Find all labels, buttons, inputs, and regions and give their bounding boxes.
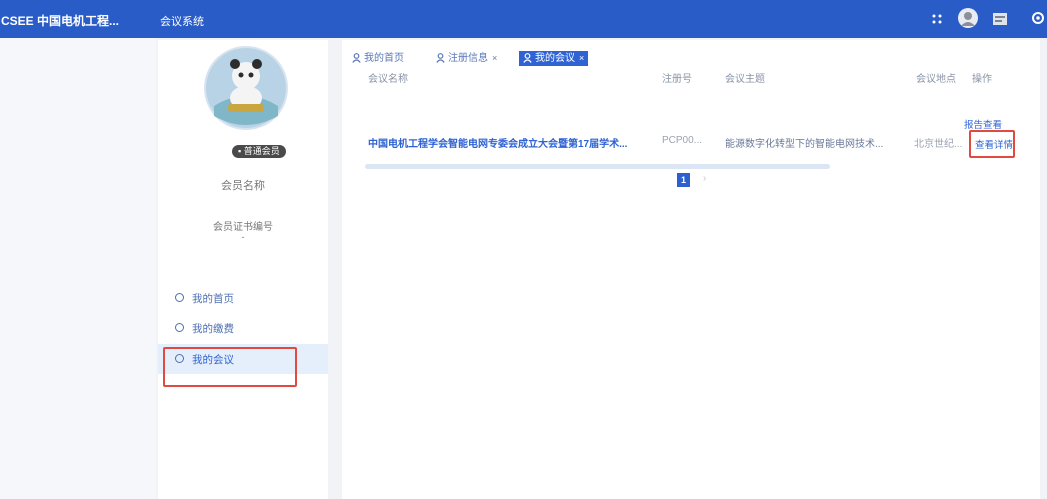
message-icon[interactable] (991, 10, 1009, 28)
annotation-box (163, 347, 297, 387)
circle-icon (175, 323, 184, 332)
view-report-link[interactable]: 报告查看 (964, 117, 1002, 131)
sidebar-item-payment[interactable]: 我的缴费 (158, 318, 328, 338)
tab-label: 我的会议 (535, 53, 575, 64)
sidebar-item-home[interactable]: 我的首页 (158, 288, 328, 308)
column-header-reg: 注册号 (662, 74, 692, 85)
sidebar-item-label: 我的缴费 (192, 323, 234, 335)
column-header-topic: 会议主题 (725, 74, 765, 85)
annotation-box (969, 130, 1015, 158)
user-avatar-icon[interactable] (958, 8, 978, 28)
tab-label: 我的首页 (364, 53, 404, 64)
column-header-place: 会议地点 (916, 74, 956, 85)
settings-icon[interactable] (1031, 11, 1045, 25)
registration-number: PCP00... (662, 135, 703, 146)
user-icon (352, 53, 361, 63)
column-header-actions: 操作 (972, 74, 992, 85)
next-page-button[interactable]: › (703, 173, 706, 184)
user-icon (523, 53, 532, 63)
user-icon (436, 53, 445, 63)
column-header-name: 会议名称 (368, 74, 408, 85)
close-icon[interactable]: × (492, 53, 497, 63)
app-logo[interactable]: CSEE 中国电机工程... (1, 12, 119, 29)
grid-icon[interactable] (929, 10, 947, 28)
horizontal-scrollbar[interactable] (365, 164, 830, 169)
member-name: 会员名称 (221, 180, 265, 192)
tab-home[interactable]: 我的首页 (348, 51, 408, 66)
avatar[interactable] (204, 46, 288, 130)
page-button-current[interactable]: 1 (677, 173, 690, 187)
system-title[interactable]: 会议系统 (160, 13, 204, 29)
member-cert-value: - (241, 232, 245, 242)
badge-label: 普通会员 (243, 146, 280, 156)
main-panel (342, 40, 1040, 499)
tab-my-meetings[interactable]: 我的会议 × (519, 51, 589, 66)
left-margin (0, 38, 156, 499)
meeting-name-link[interactable]: 中国电机工程学会智能电网专委会成立大会暨第17届学术... (368, 135, 627, 150)
tab-label: 注册信息 (448, 53, 488, 64)
meeting-place: 北京世纪... (914, 139, 963, 150)
circle-icon (175, 293, 184, 302)
close-icon[interactable]: × (579, 53, 584, 63)
sidebar-item-label: 我的首页 (192, 293, 234, 305)
top-bar (0, 0, 1047, 38)
meeting-topic: 能源数字化转型下的智能电网技术... (725, 139, 884, 150)
tab-registration[interactable]: 注册信息 × (432, 51, 501, 66)
member-badge: ▪ 普通会员 (232, 145, 286, 158)
member-cert-label: 会员证书编号 (213, 222, 273, 233)
